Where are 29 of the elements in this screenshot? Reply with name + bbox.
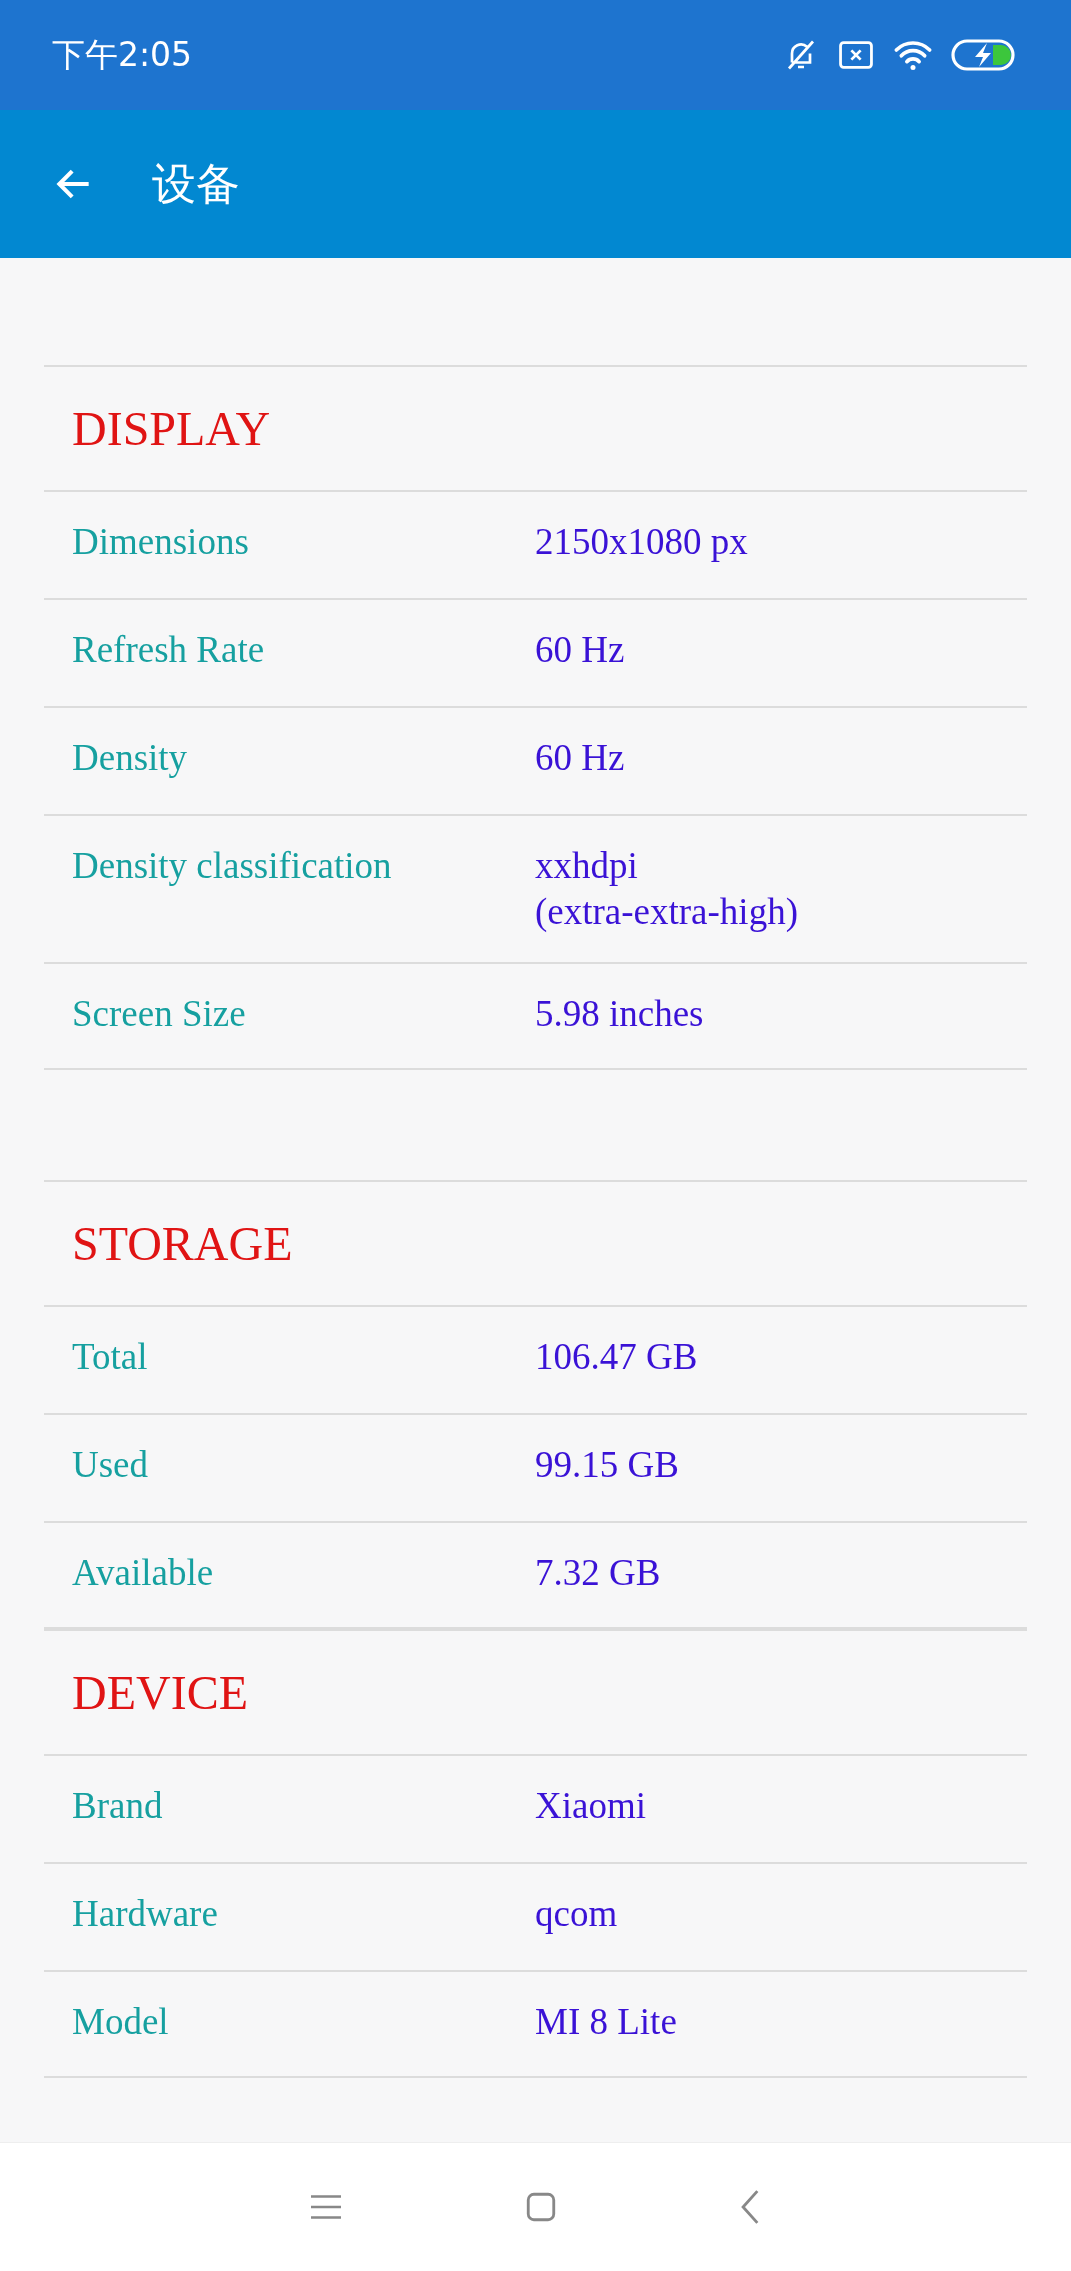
row-value: xxhdpi (extra-extra-high) bbox=[535, 844, 799, 934]
row-value: 7.32 GB bbox=[535, 1551, 662, 1595]
status-time: 下午2:05 bbox=[52, 33, 193, 76]
row-value: 60 Hz bbox=[535, 736, 626, 780]
wifi-icon bbox=[893, 38, 933, 72]
section-heading: DEVICE bbox=[72, 1665, 248, 1720]
row-value: Xiaomi bbox=[535, 1784, 647, 1828]
row-label: Available bbox=[72, 1551, 215, 1595]
row-label: Model bbox=[72, 2000, 170, 2044]
row-label: Density bbox=[72, 736, 189, 780]
row-value: 2150x1080 px bbox=[535, 520, 749, 564]
row-value: MI 8 Lite bbox=[535, 2000, 678, 2044]
row-label: Used bbox=[72, 1443, 150, 1487]
row-label: Refresh Rate bbox=[72, 628, 266, 672]
section-heading: DISPLAY bbox=[72, 401, 271, 456]
row-value: qcom bbox=[535, 1892, 619, 1936]
row-value: 5.98 inches bbox=[535, 992, 705, 1036]
row-label: Hardware bbox=[72, 1892, 219, 1936]
row-label: Total bbox=[72, 1335, 149, 1379]
row-value: 60 Hz bbox=[535, 628, 626, 672]
row-label: Density classification bbox=[72, 844, 393, 888]
row-value: 106.47 GB bbox=[535, 1335, 699, 1379]
row-label: Dimensions bbox=[72, 520, 250, 564]
row-label: Brand bbox=[72, 1784, 164, 1828]
row-value: 99.15 GB bbox=[535, 1443, 680, 1487]
section-heading: STORAGE bbox=[72, 1216, 293, 1271]
row-label: Screen Size bbox=[72, 992, 247, 1036]
screen-title: 设备 bbox=[152, 156, 240, 211]
sim-x-icon bbox=[837, 38, 875, 72]
